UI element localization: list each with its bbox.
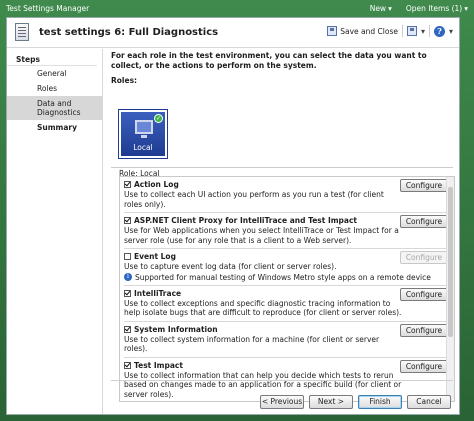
check-badge-icon: ✓ [154, 114, 163, 123]
step-general[interactable]: General [7, 66, 102, 81]
finish-button[interactable]: Finish [358, 395, 402, 409]
configure-button[interactable]: Configure [400, 251, 448, 264]
adapter-note-text: Supported for manual testing of Windows … [135, 272, 431, 282]
menu-new[interactable]: New ▾ [370, 4, 392, 13]
configure-button[interactable]: Configure [400, 215, 448, 228]
roles-divider [111, 167, 453, 168]
adapter-description: Use to collect system information for a … [124, 334, 380, 354]
adapter-description: Use to collect each UI action you perfor… [124, 190, 384, 209]
chevron-down-icon: ▾ [388, 3, 392, 13]
next-button[interactable]: Next > [309, 395, 353, 409]
test-settings-window: test settings 6: Full Diagnostics Save a… [6, 17, 460, 415]
steps-panel: Steps General Roles Data and Diagnostics… [7, 49, 103, 414]
adapter-checkbox[interactable] [124, 325, 131, 333]
adapter-checkbox[interactable] [124, 181, 131, 188]
chevron-down-icon[interactable]: ▾ [421, 27, 425, 36]
adapter-row: System Information Configure Use to collec… [120, 322, 454, 358]
previous-button[interactable]: < Previous [260, 395, 304, 409]
configure-button[interactable]: Configure [400, 359, 448, 373]
roles-label: Roles: [111, 76, 138, 85]
diagnostic-adapter-list[interactable]: Action Log Configure Use to collect each U… [119, 176, 455, 402]
window-header: test settings 6: Full Diagnostics Save a… [7, 18, 459, 48]
menu-open-items-label: Open Items (1) [405, 3, 463, 13]
save-and-close-label: Save and Close [340, 26, 398, 36]
footer-divider [111, 380, 453, 381]
adapter-note: i Supported for manual testing of Windows… [124, 273, 454, 282]
adapter-checkbox[interactable] [124, 217, 131, 224]
menu-new-label: New [369, 3, 387, 13]
vertical-scrollbar[interactable] [446, 177, 454, 401]
wizard-footer: < Previous Next > Finish Cancel [260, 395, 451, 409]
step-data-and-diagnostics[interactable]: Data and Diagnostics [7, 96, 102, 120]
adapter-description: Use for Web applications when you select… [124, 226, 399, 245]
help-icon[interactable]: ? [433, 25, 445, 37]
adapter-row: ASP.NET Client Proxy for IntelliTrace an… [120, 213, 454, 249]
computer-icon [135, 120, 153, 134]
adapter-checkbox[interactable] [124, 289, 131, 297]
adapter-name: Event Log [134, 252, 176, 261]
adapter-name: Action Log [134, 180, 179, 189]
adapter-name: System Information [134, 324, 218, 334]
save-icon[interactable] [406, 26, 417, 36]
adapter-description: Use to collect exceptions and specific d… [124, 298, 402, 318]
step-summary[interactable]: Summary [7, 120, 102, 135]
configure-button[interactable]: Configure [400, 179, 448, 192]
step-roles[interactable]: Roles [7, 81, 102, 96]
info-icon: i [124, 273, 132, 281]
chevron-down-icon[interactable]: ▾ [449, 27, 453, 36]
role-tile-label: Local [133, 143, 153, 152]
adapter-row: Event Log Configure Use to capture event l… [120, 249, 454, 286]
adapter-checkbox[interactable] [124, 361, 131, 369]
adapter-name: Test Impact [134, 360, 183, 370]
adapter-checkbox[interactable] [124, 253, 131, 260]
role-tile-local[interactable]: ✓ Local [118, 109, 168, 159]
toolbar-divider [401, 25, 403, 37]
scrollbar-thumb[interactable] [448, 187, 453, 337]
adapter-row: Action Log Configure Use to collect each U… [120, 177, 454, 213]
adapter-name: ASP.NET Client Proxy for IntelliTrace an… [134, 216, 358, 225]
toolbar-divider [428, 25, 430, 37]
page-title: test settings 6: Full Diagnostics [39, 27, 219, 38]
save-and-close-button[interactable]: Save and Close [327, 26, 398, 36]
adapter-description: Use to capture event log data (for clien… [124, 262, 337, 271]
adapter-row: IntelliTrace Configure Use to collect exce… [120, 286, 454, 322]
steps-title: Steps [7, 49, 97, 66]
header-toolbar: Save and Close ▾ ? ▾ [327, 25, 453, 37]
menu-open-items[interactable]: Open Items (1) ▾ [406, 4, 468, 13]
cancel-button[interactable]: Cancel [407, 395, 451, 409]
app-title: Test Settings Manager [6, 3, 90, 13]
app-titlebar: Test Settings Manager New ▾ Open Items (… [0, 0, 474, 16]
test-settings-doc-icon [15, 23, 29, 41]
main-content: For each role in the test environment, y… [111, 49, 455, 402]
configure-button[interactable]: Configure [400, 323, 448, 337]
intro-text: For each role in the test environment, y… [111, 51, 427, 70]
save-close-icon [327, 26, 338, 36]
adapter-name: IntelliTrace [134, 288, 182, 298]
computer-stand [141, 135, 147, 138]
chevron-down-icon: ▾ [464, 3, 468, 13]
configure-button[interactable]: Configure [400, 287, 448, 301]
